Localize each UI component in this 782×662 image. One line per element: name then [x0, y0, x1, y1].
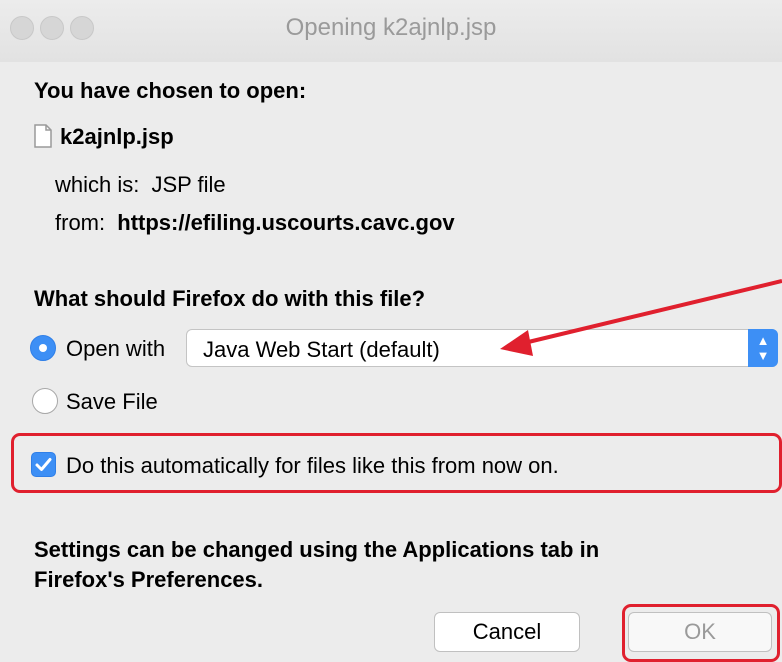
red-arrow-annotation	[500, 279, 782, 356]
window-titlebar: Opening k2ajnlp.jsp	[0, 0, 782, 63]
download-dialog: You have chosen to open: k2ajnlp.jsp whi…	[0, 62, 782, 662]
window-title: Opening k2ajnlp.jsp	[285, 14, 497, 41]
